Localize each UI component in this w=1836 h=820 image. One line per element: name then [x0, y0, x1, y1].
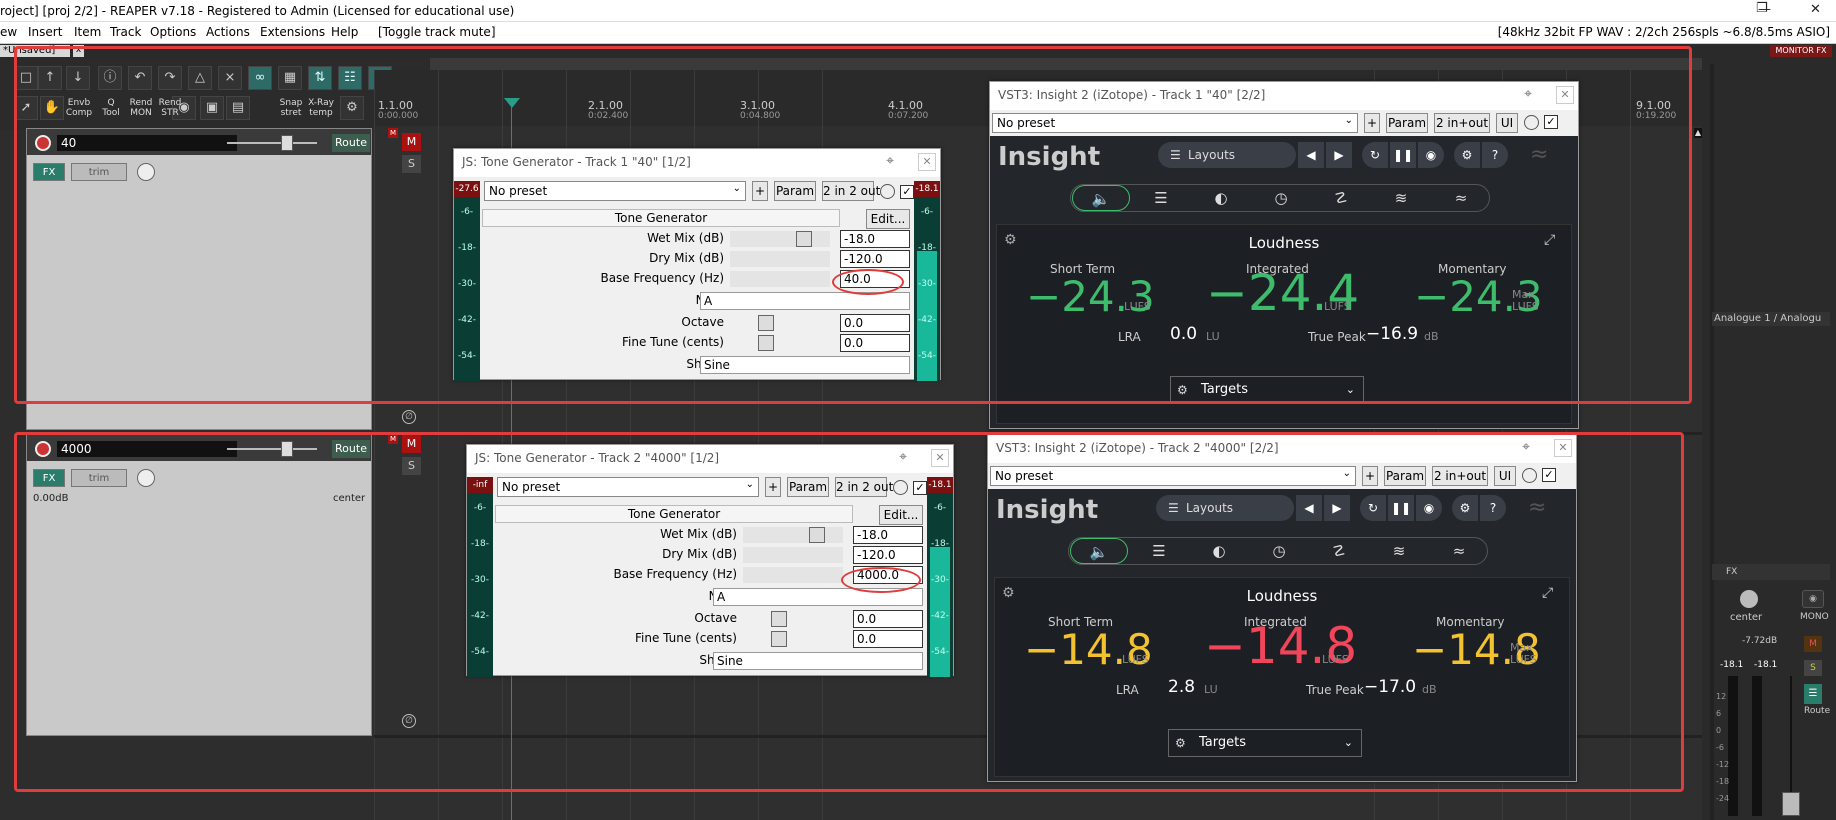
- mixer-volume-readout: -7.72dB: [1742, 636, 1778, 646]
- scale-tick: -24: [1716, 794, 1730, 803]
- title-bar: roject] [proj 2/2] - REAPER v7.18 - Regi…: [0, 0, 1836, 22]
- menu-toggle-mute[interactable]: [Toggle track mute]: [378, 25, 496, 39]
- mixer-mute-button[interactable]: M: [1804, 636, 1822, 652]
- mixer-meter-left: [1728, 676, 1738, 816]
- peak-right: -18.1: [1754, 660, 1778, 670]
- annotation-box-track-2: [14, 432, 1684, 792]
- close-icon[interactable]: ✕: [1810, 2, 1821, 17]
- menu-actions[interactable]: Actions: [206, 25, 250, 39]
- fader-thumb[interactable]: [1782, 792, 1800, 816]
- menu-help[interactable]: Help: [331, 25, 358, 39]
- mono-label[interactable]: MONO: [1800, 612, 1829, 622]
- scroll-up-icon[interactable]: ▲: [1694, 128, 1702, 138]
- restore-icon[interactable]: ❐: [1756, 1, 1768, 16]
- phase-icon[interactable]: ∅: [402, 410, 416, 424]
- menu-track[interactable]: Track: [110, 25, 141, 39]
- annotation-box-track-1: [14, 46, 1692, 404]
- menu-extensions[interactable]: Extensions: [260, 25, 325, 39]
- input-selector[interactable]: Analogue 1 / Analogu: [1712, 312, 1830, 326]
- menu-options[interactable]: Options: [150, 25, 196, 39]
- mixer-pan-knob[interactable]: [1740, 590, 1758, 608]
- peak-left: -18.1: [1720, 660, 1744, 670]
- mixer-fx-button[interactable]: FX: [1712, 564, 1830, 580]
- monitor-fx-button[interactable]: MONITOR FX: [1770, 45, 1832, 57]
- stereo-width-icon[interactable]: ◉: [1802, 590, 1824, 608]
- mixer-solo-button[interactable]: S: [1804, 660, 1822, 676]
- menu-bar: ew Insert Item Track Options Actions Ext…: [0, 22, 1836, 44]
- menu-view[interactable]: ew: [0, 25, 17, 39]
- mixer-scale: 12 6 0 -6 -12 -18 -24: [1716, 688, 1729, 807]
- window-title: roject] [proj 2/2] - REAPER v7.18 - Regi…: [0, 4, 515, 18]
- scrollbar[interactable]: [1710, 64, 1714, 820]
- scale-tick: -12: [1716, 760, 1730, 769]
- scale-tick: 12: [1716, 692, 1727, 701]
- mixer-pan-readout: center: [1730, 612, 1763, 623]
- scale-tick: -6: [1716, 743, 1724, 752]
- menu-item[interactable]: Item: [74, 25, 101, 39]
- scale-tick: 6: [1716, 709, 1722, 718]
- mixer-route-icon[interactable]: ☰: [1804, 684, 1822, 704]
- mixer-meter-right: [1752, 676, 1762, 816]
- scale-tick: -18: [1716, 777, 1730, 786]
- menu-insert[interactable]: Insert: [28, 25, 62, 39]
- mixer-route-label[interactable]: Route: [1804, 706, 1830, 716]
- audio-status[interactable]: [48kHz 32bit FP WAV : 2/2ch 256spls ~6.8…: [1498, 25, 1830, 39]
- scale-tick: 0: [1716, 726, 1722, 735]
